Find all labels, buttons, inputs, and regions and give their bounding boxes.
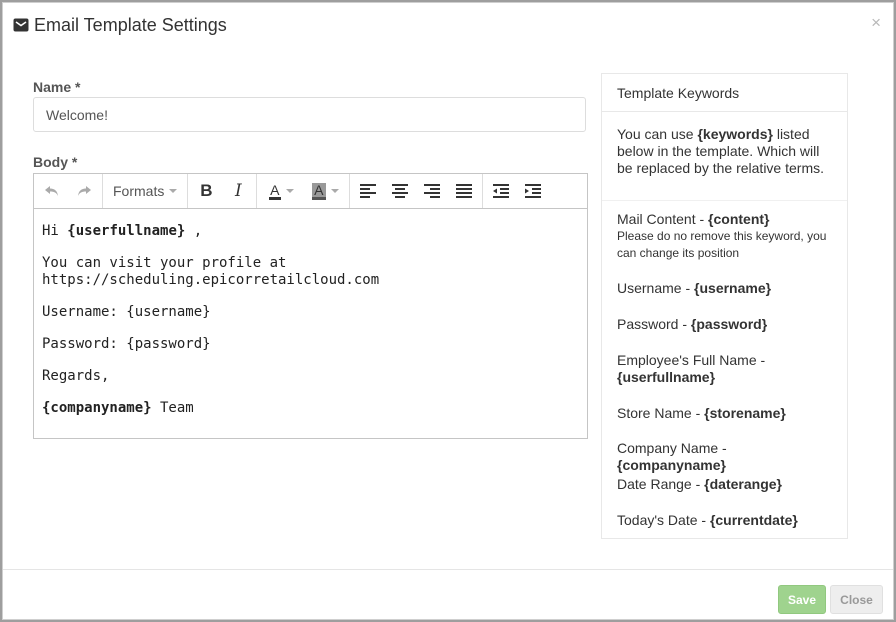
list-item: Mail Content - {content} Please do no re… xyxy=(602,211,847,262)
bg-color-button[interactable]: A xyxy=(303,177,347,205)
indent-icon[interactable] xyxy=(517,177,549,205)
list-item: Today's Date - {currentdate} xyxy=(617,512,798,528)
indent-group xyxy=(483,174,551,208)
body-label: Body * xyxy=(33,154,78,170)
close-button[interactable]: Close xyxy=(830,585,883,614)
email-template-dialog: Email Template Settings × Name * Body * … xyxy=(2,2,894,620)
align-justify-icon[interactable] xyxy=(448,177,480,205)
editor-line: Password: {password} xyxy=(42,336,211,352)
align-center-icon[interactable] xyxy=(384,177,416,205)
formats-label: Formats xyxy=(113,183,165,199)
editor-line: Username: {username} xyxy=(42,304,211,320)
name-label: Name * xyxy=(33,79,81,95)
editor-line: Hi {userfullname} , xyxy=(42,223,203,239)
bold-button[interactable]: B xyxy=(190,177,222,205)
close-icon[interactable]: × xyxy=(871,13,881,33)
align-left-icon[interactable] xyxy=(352,177,384,205)
align-right-icon[interactable] xyxy=(416,177,448,205)
name-input[interactable] xyxy=(33,97,586,132)
dialog-header: Email Template Settings xyxy=(3,3,893,47)
list-item: Password - {password} xyxy=(617,316,768,332)
formats-group: Formats xyxy=(103,174,189,208)
redo-icon[interactable] xyxy=(68,177,100,205)
keywords-list: Mail Content - {content} Please do no re… xyxy=(602,200,847,528)
text-color-icon: A xyxy=(269,181,281,200)
editor-content[interactable]: Hi {userfullname} , You can visit your p… xyxy=(34,209,587,440)
align-group xyxy=(350,174,484,208)
color-group: A A xyxy=(257,174,351,208)
editor-line: You can visit your profile at https://sc… xyxy=(42,255,380,288)
editor-line: {companyname} Team xyxy=(42,400,194,416)
list-item: Username - {username} xyxy=(617,280,772,296)
save-button[interactable]: Save xyxy=(778,585,826,614)
outdent-icon[interactable] xyxy=(485,177,517,205)
keywords-panel-title: Template Keywords xyxy=(602,74,847,112)
keywords-description: You can use {keywords} listed below in t… xyxy=(617,126,824,176)
style-group: B I xyxy=(188,174,258,208)
template-keywords-panel: Template Keywords You can use {keywords}… xyxy=(601,73,848,539)
history-group xyxy=(34,174,103,208)
undo-icon[interactable] xyxy=(36,177,68,205)
list-item: Date Range - {daterange} xyxy=(617,476,782,492)
chevron-down-icon xyxy=(330,189,339,193)
list-item: Company Name - {companyname} xyxy=(617,440,727,473)
chevron-down-icon xyxy=(169,189,178,193)
italic-button[interactable]: I xyxy=(222,177,254,205)
text-color-button[interactable]: A xyxy=(259,177,303,205)
list-item: Employee's Full Name - {userfullname} xyxy=(617,352,766,385)
editor-line: Regards, xyxy=(42,368,110,384)
list-item: Store Name - {storename} xyxy=(617,405,786,421)
dialog-title: Email Template Settings xyxy=(34,14,227,35)
editor-toolbar: Formats B I A A xyxy=(34,174,587,209)
rich-text-editor: Formats B I A A Hi {userfullname} , You … xyxy=(33,173,588,439)
envelope-icon xyxy=(13,17,29,33)
keyword-note: Please do no remove this keyword, you ca… xyxy=(617,229,827,260)
chevron-down-icon xyxy=(285,189,294,193)
bg-color-icon: A xyxy=(312,181,326,200)
formats-dropdown[interactable]: Formats xyxy=(105,177,185,205)
footer-divider xyxy=(3,569,893,570)
